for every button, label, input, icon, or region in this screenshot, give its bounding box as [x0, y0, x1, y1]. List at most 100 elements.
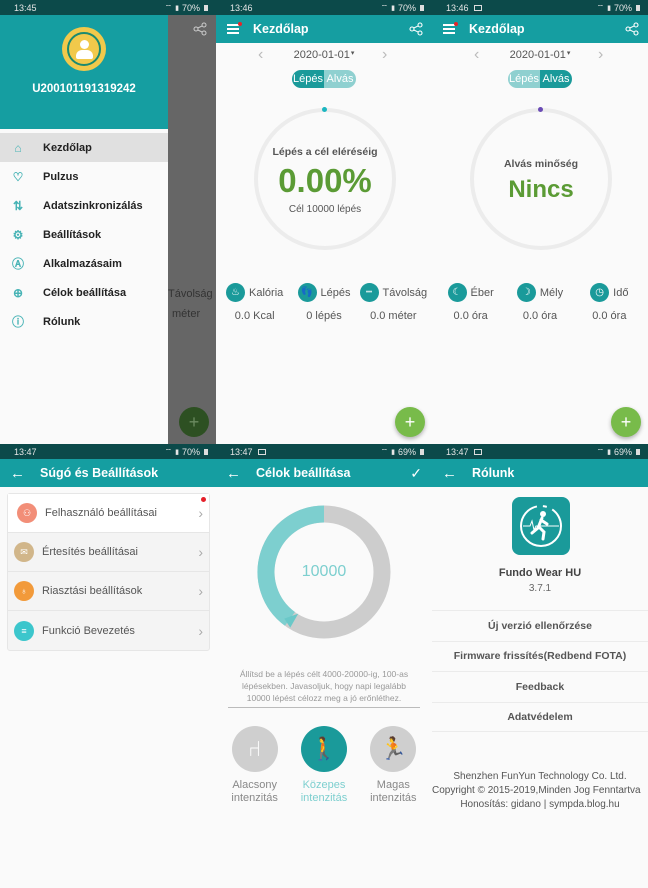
about-options: Új verzió ellenőrzése Firmware frissítés…: [432, 610, 648, 732]
signal-icon: ▮: [391, 448, 395, 456]
sleep-ring: Alvás minőség Nincs: [470, 107, 612, 250]
walking-icon: 🚶: [300, 726, 347, 772]
menu-button[interactable]: [443, 22, 458, 35]
chevron-right-icon: ›: [198, 544, 203, 560]
status-time: 13:47: [14, 446, 37, 457]
wifi-icon: ⌔: [380, 2, 389, 12]
back-button[interactable]: ←: [10, 465, 28, 482]
about-screen: 13:47 ⌔ ▮ 69% ← Rólunk Fundo Wear HU 3.7.1…: [432, 444, 648, 888]
heart-icon: ♡: [12, 169, 24, 184]
battery-level: 70%: [397, 2, 416, 13]
add-button[interactable]: +: [611, 407, 641, 437]
drawer-screen: 13:45 ⌔ ▮ 70% Távolság méter + U2001011913…: [0, 0, 216, 444]
intensity-high[interactable]: 🏃 Magas intenzitás: [361, 726, 425, 805]
drawer-item-pulse[interactable]: ♡ Pulzus: [0, 162, 168, 191]
stat-distance: ┅ Távolság 0.0 méter: [359, 283, 428, 322]
intensity-medium[interactable]: 🚶 Közepes intenzitás: [292, 726, 356, 805]
image-notification-icon: [473, 4, 482, 11]
screenshot-collage: 13:45 ⌔ ▮ 70% Távolság méter + U2001011913…: [0, 0, 648, 888]
check-update-button[interactable]: Új verzió ellenőrzése: [432, 610, 648, 641]
privacy-button[interactable]: Adatvédelem: [432, 701, 648, 732]
stat-steps: 👣 Lépés 0 lépés: [289, 283, 358, 322]
signal-icon: ▮: [175, 448, 179, 456]
drawer-item-goals[interactable]: ⊕ Célok beállítása: [0, 278, 168, 307]
back-button[interactable]: ←: [226, 465, 244, 482]
target-icon: ⊕: [12, 285, 24, 300]
drawer-item-home[interactable]: ⌂ Kezdőlap: [0, 133, 168, 162]
intensity-low[interactable]: ⑁ Alacsony intenzitás: [223, 726, 287, 805]
stat-awake: ☾ Éber 0.0 óra: [436, 283, 505, 322]
tab-sleep[interactable]: Alvás: [324, 70, 356, 88]
menu-button[interactable]: [227, 22, 242, 35]
stats-row: ☾ Éber 0.0 óra ☽ Mély 0.0 óra ◷ Idő 0.0 óra: [432, 283, 648, 322]
back-button[interactable]: ←: [442, 465, 460, 482]
footprint-icon: 👣: [297, 283, 317, 302]
next-date-button[interactable]: ›: [382, 46, 387, 64]
ruler-icon: ┅: [359, 283, 379, 302]
gear-icon: ⚙: [12, 227, 24, 242]
settings-item-alarms[interactable]: ♁ Riasztási beállítások ›: [8, 572, 209, 611]
sitting-icon: ⑁: [231, 726, 278, 772]
fire-icon: ♨: [226, 283, 246, 302]
settings-item-features[interactable]: ≡ Funkció Bevezetés ›: [8, 611, 209, 650]
drawer-item-sync[interactable]: ⇅ Adatszinkronizálás: [0, 191, 168, 220]
feedback-button[interactable]: Feedback: [432, 671, 648, 702]
next-date-button[interactable]: ›: [598, 46, 603, 64]
share-icon[interactable]: [409, 22, 423, 36]
notification-dot: [201, 497, 206, 502]
drawer-item-about[interactable]: ⓘ Rólunk: [0, 307, 168, 336]
drawer-item-apps[interactable]: Ⓐ Alkalmazásaim: [0, 249, 168, 278]
tab-steps[interactable]: Lépés: [292, 70, 324, 88]
ring-value: 0.00%: [278, 162, 372, 199]
image-notification-icon: [473, 448, 482, 455]
bg-distance-label: Távolság: [168, 288, 213, 300]
firmware-update-button[interactable]: Firmware frissítés(Redbend FOTA): [432, 640, 648, 672]
chevron-right-icon: ›: [198, 505, 203, 521]
battery-icon: [636, 4, 640, 11]
status-time: 13:46: [446, 2, 469, 13]
bulb-icon: ♁: [14, 581, 34, 601]
tab-sleep[interactable]: Alvás: [540, 70, 572, 88]
date-value[interactable]: 2020-01-01▾: [294, 49, 355, 61]
date-value[interactable]: 2020-01-01▾: [510, 49, 571, 61]
confirm-button[interactable]: ✓: [410, 465, 422, 482]
date-selector: ‹ 2020-01-01▾ ›: [432, 44, 648, 66]
status-bar: 13:47 ⌔ ▮ 69%: [432, 444, 648, 459]
status-time: 13:47: [446, 446, 469, 457]
wifi-icon: ⌔: [164, 446, 173, 456]
wifi-icon: ⌔: [164, 2, 173, 12]
status-bar: 13:47 ⌔ ▮ 69%: [216, 444, 432, 459]
settings-item-user[interactable]: ⚇ Felhasználó beállításai ›: [8, 494, 209, 533]
settings-item-notifications[interactable]: ✉ Értesítés beállításai ›: [8, 533, 209, 572]
wifi-icon: ⌔: [596, 446, 605, 456]
fab-dimmed: +: [179, 407, 209, 437]
divider: [228, 707, 420, 708]
date-selector: ‹ 2020-01-01▾ ›: [216, 44, 432, 66]
intensity-options: ⑁ Alacsony intenzitás 🚶 Közepes intenzitás 🏃…: [216, 726, 432, 805]
mode-toggle: Lépés Alvás: [292, 70, 356, 88]
stat-calories: ♨ Kalória 0.0 Kcal: [220, 283, 289, 322]
share-icon: [193, 22, 207, 36]
status-bar: 13:47 ⌔ ▮ 70%: [0, 444, 216, 459]
avatar[interactable]: [62, 27, 106, 71]
battery-level: 70%: [613, 2, 632, 13]
add-button[interactable]: +: [395, 407, 425, 437]
navigation-drawer: U200101191319242 ⌂ Kezdőlap ♡ Pulzus ⇅ Adat…: [0, 15, 168, 444]
signal-icon: ▮: [607, 448, 611, 456]
goal-value: 10000: [301, 563, 347, 580]
drawer-item-settings[interactable]: ⚙ Beállítások: [0, 220, 168, 249]
localization-credit: Honosítás: gidano | sympda.blog.hu: [460, 799, 620, 810]
battery-level: 70%: [181, 2, 200, 13]
tab-steps[interactable]: Lépés: [508, 70, 540, 88]
share-icon[interactable]: [625, 22, 639, 36]
page-title: Célok beállítása: [256, 466, 351, 480]
image-notification-icon: [257, 448, 266, 455]
home-sleep-screen: 13:46 ⌔ ▮ 70% Kezdőlap ‹ 2020-01-01▾ › Lép…: [432, 0, 648, 444]
app-bar: Kezdőlap: [216, 15, 432, 43]
prev-date-button[interactable]: ‹: [258, 46, 263, 64]
signal-icon: ▮: [175, 4, 179, 12]
ring-sub: Cél 10000 lépés: [288, 204, 362, 215]
ring-value: Nincs: [508, 176, 574, 203]
status-time: 13:45: [14, 2, 37, 13]
prev-date-button[interactable]: ‹: [474, 46, 479, 64]
